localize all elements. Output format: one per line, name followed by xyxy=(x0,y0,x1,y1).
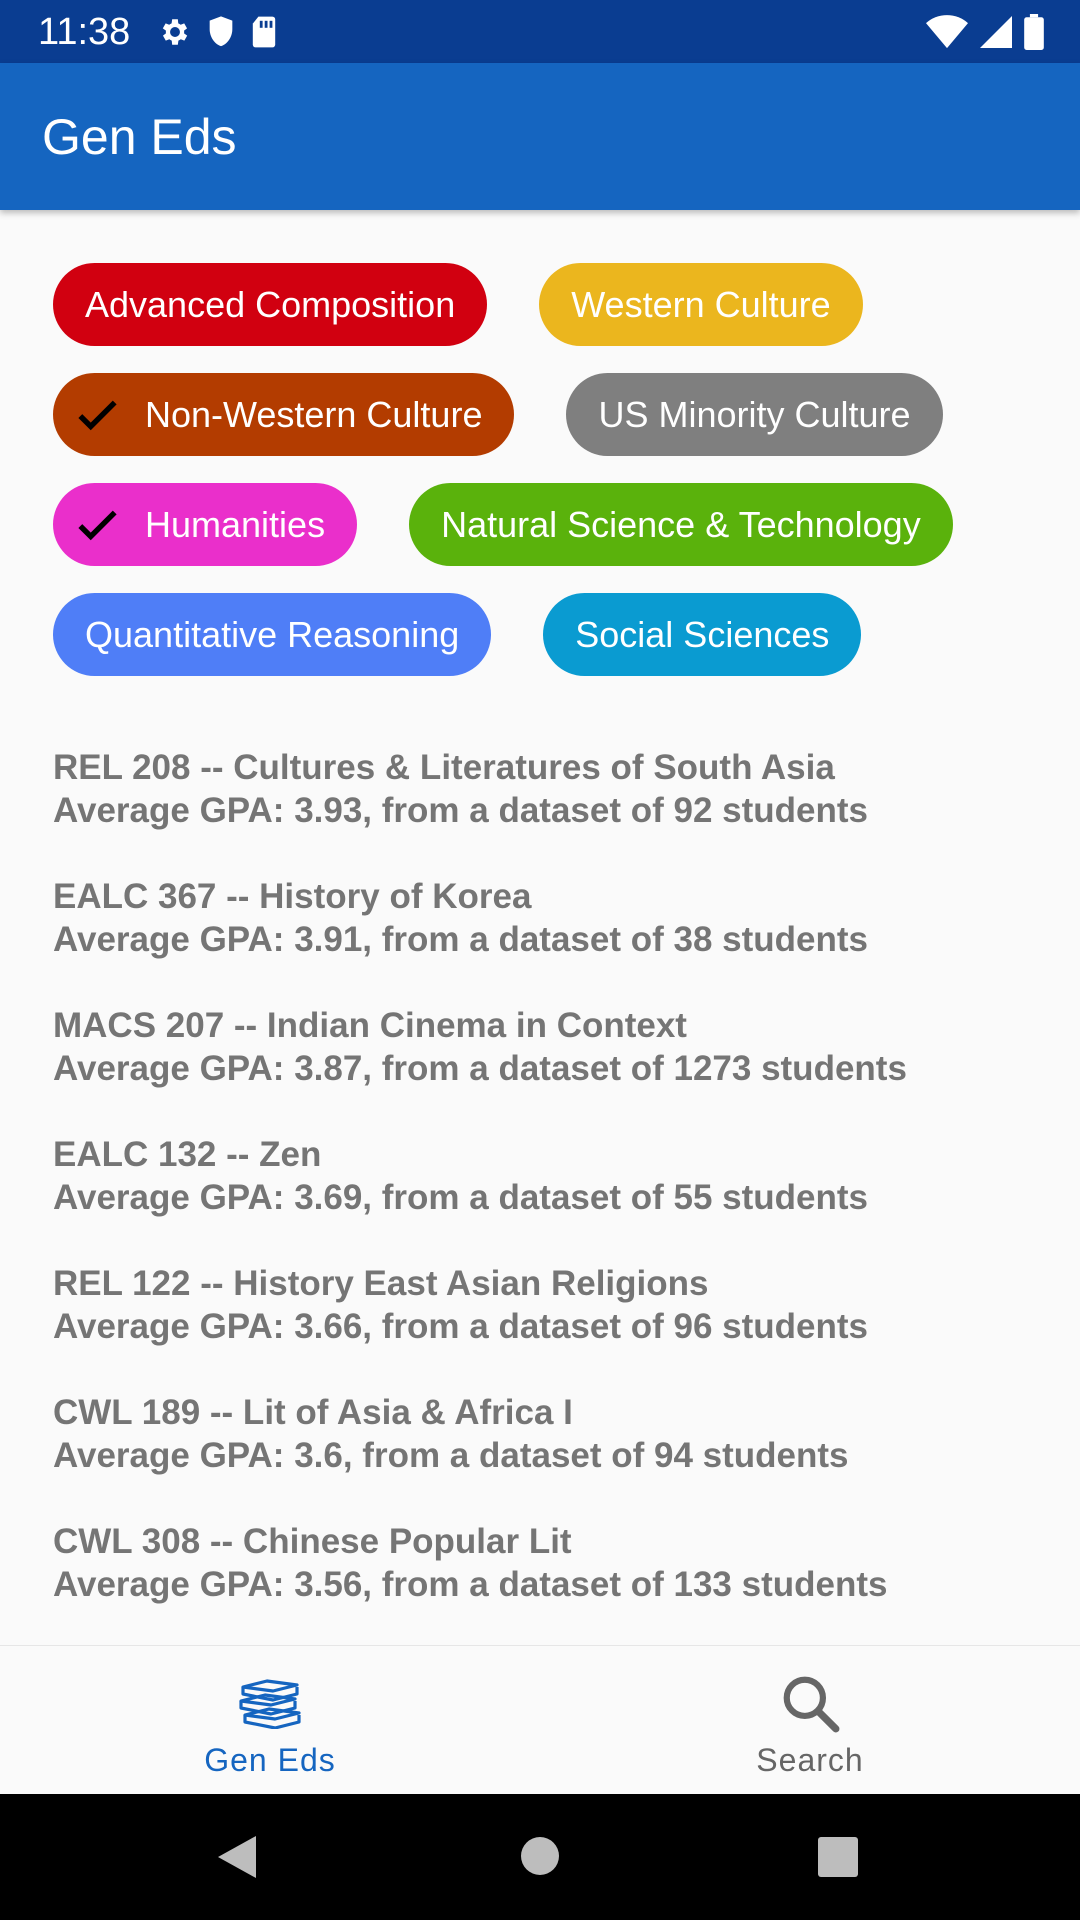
course-title: REL 208 -- Cultures & Literatures of Sou… xyxy=(53,748,835,787)
chip-label: Quantitative Reasoning xyxy=(85,613,460,655)
status-icons-right xyxy=(926,12,1044,52)
chip-label: Non-Western Culture xyxy=(145,393,483,435)
list-item[interactable]: CWL 189 -- Lit of Asia & Africa I Averag… xyxy=(53,1391,1043,1477)
course-gpa: Average GPA: 3.69, from a dataset of 55 … xyxy=(53,1178,868,1217)
list-item[interactable]: CWL 308 -- Chinese Popular Lit Average G… xyxy=(53,1520,1043,1606)
app-bar: Gen Eds xyxy=(0,63,1080,210)
nav-gen-eds[interactable]: Gen Eds xyxy=(0,1646,540,1794)
list-item[interactable]: EALC 367 -- History of Korea Average GPA… xyxy=(53,875,1043,961)
course-gpa: Average GPA: 3.93, from a dataset of 92 … xyxy=(53,791,868,830)
books-icon xyxy=(235,1672,305,1734)
course-title: REL 122 -- History East Asian Religions xyxy=(53,1264,709,1303)
home-icon[interactable] xyxy=(520,1834,560,1883)
chip-advanced-composition[interactable]: Advanced Composition xyxy=(53,263,488,346)
chip-label: Advanced Composition xyxy=(85,283,456,325)
nav-search[interactable]: Search xyxy=(540,1646,1080,1794)
chip-label: Humanities xyxy=(145,503,326,545)
shield-icon xyxy=(206,15,236,49)
course-gpa: Average GPA: 3.66, from a dataset of 96 … xyxy=(53,1307,868,1346)
chip-us-minority-culture[interactable]: US Minority Culture xyxy=(566,373,943,456)
course-title: MACS 207 -- Indian Cinema in Context xyxy=(53,1006,687,1045)
chip-quantitative-reasoning[interactable]: Quantitative Reasoning xyxy=(53,593,492,676)
recents-icon[interactable] xyxy=(817,1836,859,1883)
list-item[interactable]: MACS 207 -- Indian Cinema in Context Ave… xyxy=(53,1004,1043,1090)
system-navigation-bar xyxy=(0,1794,1080,1920)
chip-natural-science-technology[interactable]: Natural Science & Technology xyxy=(409,483,953,566)
checkmark-icon xyxy=(67,385,127,445)
chip-label: Social Sciences xyxy=(575,613,830,655)
course-gpa: Average GPA: 3.56, from a dataset of 133… xyxy=(53,1565,888,1604)
checkmark-icon xyxy=(67,495,127,555)
gen-ed-filter-chips: Advanced Composition Western Culture Non… xyxy=(53,263,1033,676)
chip-label: US Minority Culture xyxy=(598,393,911,435)
status-bar: 11:38 xyxy=(0,0,1080,63)
battery-icon xyxy=(1024,14,1044,50)
status-time: 11:38 xyxy=(38,11,131,53)
back-icon[interactable] xyxy=(216,1834,258,1885)
signal-icon xyxy=(980,15,1012,49)
chip-social-sciences[interactable]: Social Sciences xyxy=(543,593,862,676)
wifi-icon xyxy=(926,15,968,49)
status-icons-left xyxy=(158,12,278,52)
settings-icon xyxy=(158,15,192,49)
app-title: Gen Eds xyxy=(42,109,237,165)
list-item[interactable]: EALC 132 -- Zen Average GPA: 3.69, from … xyxy=(53,1133,1043,1219)
list-item[interactable]: REL 208 -- Cultures & Literatures of Sou… xyxy=(53,746,1043,832)
chip-non-western-culture[interactable]: Non-Western Culture xyxy=(53,373,515,456)
sd-card-icon xyxy=(250,15,278,49)
chip-label: Natural Science & Technology xyxy=(441,503,921,545)
course-list: REL 208 -- Cultures & Literatures of Sou… xyxy=(53,746,1043,1649)
search-icon xyxy=(775,1672,845,1734)
nav-label-search: Search xyxy=(756,1742,864,1778)
chip-label: Western Culture xyxy=(571,283,831,325)
course-title: EALC 132 -- Zen xyxy=(53,1135,322,1174)
course-title: CWL 308 -- Chinese Popular Lit xyxy=(53,1522,572,1561)
course-gpa: Average GPA: 3.87, from a dataset of 127… xyxy=(53,1049,907,1088)
chip-humanities[interactable]: Humanities xyxy=(53,483,358,566)
course-gpa: Average GPA: 3.91, from a dataset of 38 … xyxy=(53,920,868,959)
chip-western-culture[interactable]: Western Culture xyxy=(539,263,863,346)
list-item[interactable]: REL 122 -- History East Asian Religions … xyxy=(53,1262,1043,1348)
course-title: EALC 367 -- History of Korea xyxy=(53,877,532,916)
course-gpa: Average GPA: 3.6, from a dataset of 94 s… xyxy=(53,1436,849,1475)
bottom-navigation: Gen Eds Search xyxy=(0,1645,1080,1794)
course-title: CWL 189 -- Lit of Asia & Africa I xyxy=(53,1393,573,1432)
nav-label-gen-eds: Gen Eds xyxy=(204,1742,336,1778)
